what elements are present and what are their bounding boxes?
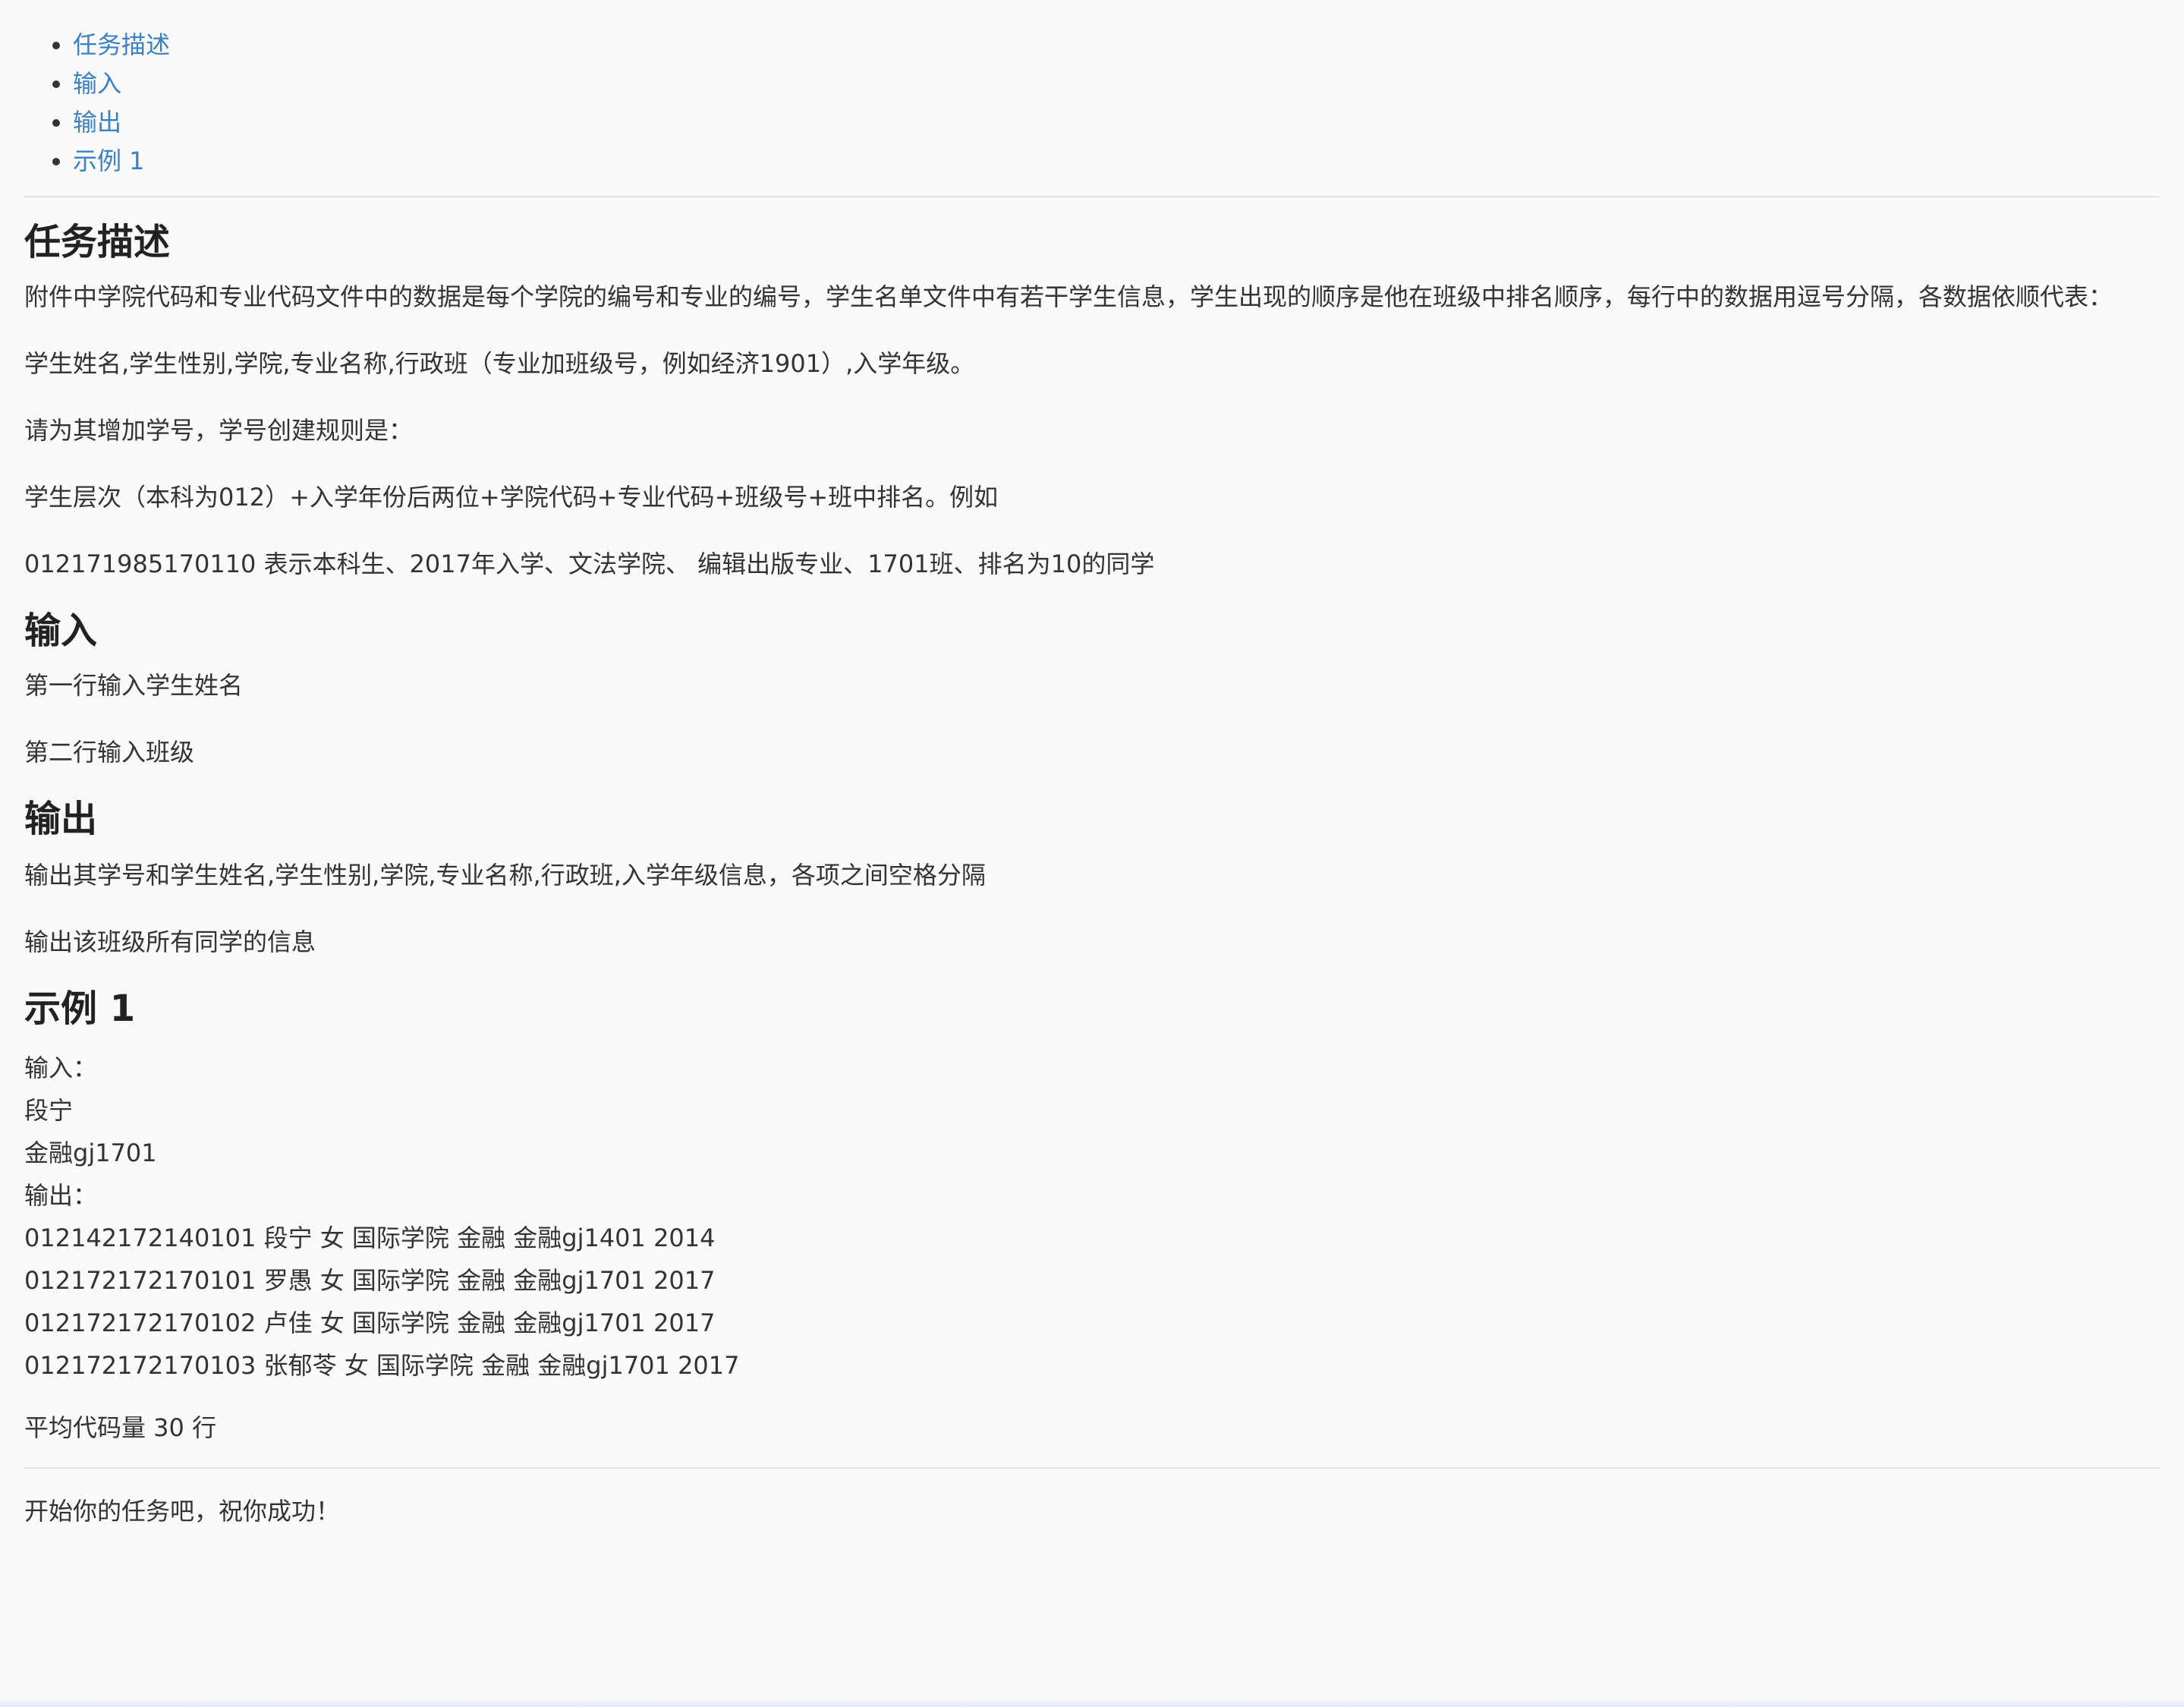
top-divider: [24, 196, 2160, 197]
table-of-contents: 任务描述 输入 输出 示例 1: [24, 0, 2160, 181]
example-line: 012142172140101 段宁 女 国际学院 金融 金融gj1401 20…: [24, 1224, 716, 1252]
output-heading: 输出: [24, 798, 98, 840]
task-paragraph-2: 学生姓名,学生性别,学院,专业名称,行政班（专业加班级号，例如经济1901）,入…: [24, 349, 975, 378]
example-block: 输入： 段宁 金融gj1701 输出： 012142172140101 段宁 女…: [24, 1047, 2160, 1387]
example-line: 输出：: [24, 1181, 98, 1210]
toc-item-example: 示例 1: [73, 142, 2160, 181]
task-paragraph-1: 附件中学院代码和专业代码文件中的数据是每个学院的编号和专业的编号，学生名单文件中…: [24, 282, 2113, 311]
toc-item-input: 输入: [73, 65, 2160, 103]
example-heading: 示例 1: [24, 987, 136, 1030]
example-line: 012172172170101 罗愚 女 国际学院 金融 金融gj1701 20…: [24, 1266, 716, 1295]
task-page: 任务描述 输入 输出 示例 1 任务描述 附件中学院代码和专业代码文件中的数据是…: [0, 0, 2184, 1707]
example-line: 012172172170103 张郁苓 女 国际学院 金融 金融gj1701 2…: [24, 1351, 740, 1380]
task-content: 任务描述 输入 输出 示例 1 任务描述 附件中学院代码和专业代码文件中的数据是…: [24, 0, 2160, 1528]
task-paragraph-4: 学生层次（本科为012）+入学年份后两位+学院代码+专业代码+班级号+班中排名。…: [24, 483, 999, 512]
toc-item-output: 输出: [73, 103, 2160, 142]
toc-link-example[interactable]: 示例 1: [73, 146, 145, 175]
output-paragraph-2: 输出该班级所有同学的信息: [24, 928, 316, 956]
bottom-divider: [24, 1467, 2160, 1469]
example-line: 输入：: [24, 1053, 98, 1082]
task-paragraph-5: 012171985170110 表示本科生、2017年入学、文法学院、 编辑出版…: [24, 550, 1155, 578]
toc-link-input[interactable]: 输入: [73, 69, 121, 98]
average-code-note: 平均代码量 30 行: [24, 1413, 217, 1442]
toc-link-output[interactable]: 输出: [73, 108, 121, 137]
input-heading: 输入: [24, 609, 98, 652]
closing-message: 开始你的任务吧，祝你成功！: [24, 1497, 341, 1526]
output-paragraph-1: 输出其学号和学生姓名,学生性别,学院,专业名称,行政班,入学年级信息，各项之间空…: [24, 861, 986, 890]
task-paragraph-3: 请为其增加学号，学号创建规则是：: [24, 416, 414, 445]
toc-item-task: 任务描述: [73, 26, 2160, 65]
example-line: 段宁: [24, 1096, 74, 1125]
example-line: 金融gj1701: [24, 1139, 157, 1167]
toc-link-task[interactable]: 任务描述: [73, 30, 170, 59]
task-heading: 任务描述: [24, 221, 171, 263]
example-line: 012172172170102 卢佳 女 国际学院 金融 金融gj1701 20…: [24, 1309, 716, 1337]
bottom-strip: [0, 1701, 2184, 1707]
input-paragraph-2: 第二行输入班级: [24, 738, 195, 767]
input-paragraph-1: 第一行输入学生姓名: [24, 671, 244, 700]
